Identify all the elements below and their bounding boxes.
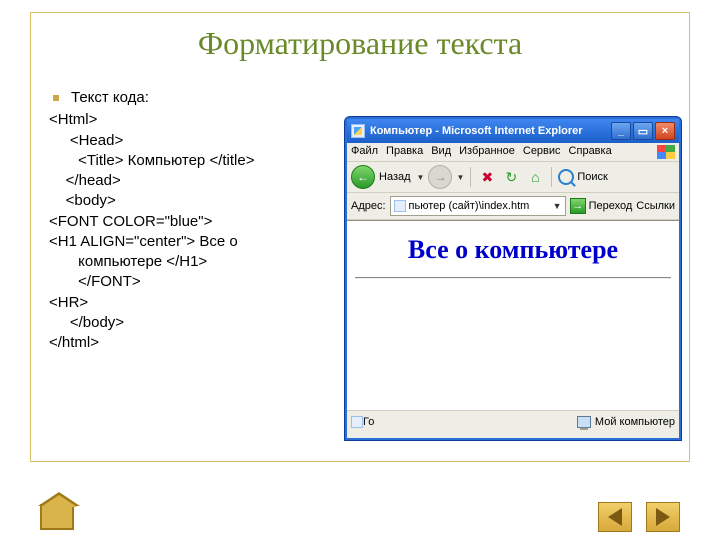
prev-slide-button[interactable] — [598, 502, 632, 532]
bullet-row: Текст кода: — [49, 88, 349, 108]
code-line: <body> — [49, 191, 349, 211]
bullet-icon — [53, 95, 59, 101]
search-label: Поиск — [577, 171, 607, 183]
next-slide-button[interactable] — [646, 502, 680, 532]
browser-window: Компьютер - Microsoft Internet Explorer … — [345, 117, 681, 440]
slide-nav-footer — [0, 502, 720, 532]
rendered-divider — [355, 277, 671, 279]
toolbar-separator — [551, 167, 552, 187]
arrow-left-icon — [608, 508, 622, 526]
menu-help[interactable]: Справка — [569, 145, 612, 159]
address-value: пьютер (сайт)\index.htm — [409, 200, 530, 212]
window-title: Компьютер - Microsoft Internet Explorer — [370, 125, 611, 137]
code-line: </head> — [49, 171, 349, 191]
status-page-icon — [351, 416, 363, 428]
computer-icon — [577, 416, 591, 428]
forward-dropdown-icon[interactable]: ▼ — [456, 173, 464, 182]
toolbar-separator — [470, 167, 471, 187]
code-line: </html> — [49, 333, 349, 353]
home-icon[interactable]: ⌂ — [525, 167, 545, 187]
address-input[interactable]: пьютер (сайт)\index.htm ▼ — [390, 196, 566, 216]
go-button[interactable]: → Переход — [570, 198, 633, 214]
arrow-right-icon — [656, 508, 670, 526]
code-line: <H1 ALIGN="center"> Все о — [49, 232, 349, 252]
toolbar: ← Назад ▼ → ▼ ✖ ↻ ⌂ Поиск — [347, 162, 679, 193]
go-label: Переход — [589, 200, 633, 212]
slide-title: Форматирование текста — [31, 13, 689, 70]
back-label: Назад — [379, 171, 411, 183]
code-line: <Html> — [49, 110, 349, 130]
back-button[interactable]: ← — [351, 165, 375, 189]
bullet-label: Текст кода: — [71, 88, 149, 108]
refresh-icon[interactable]: ↻ — [501, 167, 521, 187]
status-zone: Мой компьютер — [595, 416, 675, 428]
menu-edit[interactable]: Правка — [386, 145, 423, 159]
code-line: <Title> Компьютер </title> — [49, 151, 349, 171]
address-dropdown-icon[interactable]: ▼ — [553, 201, 562, 211]
code-line: компьютере </H1> — [49, 252, 349, 272]
back-dropdown-icon[interactable]: ▼ — [417, 173, 425, 182]
titlebar: Компьютер - Microsoft Internet Explorer … — [347, 119, 679, 143]
page-icon — [394, 200, 406, 212]
code-line: <Head> — [49, 131, 349, 151]
code-column: Текст кода: <Html> <Head> <Title> Компью… — [49, 88, 349, 353]
menu-file[interactable]: Файл — [351, 145, 378, 159]
code-line: <FONT COLOR="blue"> — [49, 212, 349, 232]
forward-button[interactable]: → — [428, 165, 452, 189]
search-icon — [558, 169, 574, 185]
status-text: Го — [363, 416, 374, 428]
menu-view[interactable]: Вид — [431, 145, 451, 159]
address-label: Адрес: — [351, 200, 386, 212]
code-line: </FONT> — [49, 272, 349, 292]
menubar: Файл Правка Вид Избранное Сервис Справка — [347, 143, 679, 162]
close-button[interactable]: × — [655, 122, 675, 140]
menu-tools[interactable]: Сервис — [523, 145, 561, 159]
home-button[interactable] — [40, 504, 74, 530]
search-button[interactable]: Поиск — [558, 169, 607, 185]
code-line: <HR> — [49, 293, 349, 313]
minimize-button[interactable]: _ — [611, 122, 631, 140]
code-line: </body> — [49, 313, 349, 333]
menu-favorites[interactable]: Избранное — [459, 145, 515, 159]
window-controls: _ ▭ × — [611, 122, 675, 140]
address-bar: Адрес: пьютер (сайт)\index.htm ▼ → Перех… — [347, 193, 679, 220]
maximize-button[interactable]: ▭ — [633, 122, 653, 140]
stop-icon[interactable]: ✖ — [477, 167, 497, 187]
statusbar: Го Мой компьютер — [347, 410, 679, 432]
windows-logo-icon — [657, 145, 675, 159]
page-viewport: Все о компьютере — [347, 220, 679, 410]
ie-app-icon — [351, 124, 365, 138]
links-label[interactable]: Ссылки — [636, 200, 675, 212]
rendered-page-heading: Все о компьютере — [355, 235, 671, 265]
go-arrow-icon: → — [570, 198, 586, 214]
